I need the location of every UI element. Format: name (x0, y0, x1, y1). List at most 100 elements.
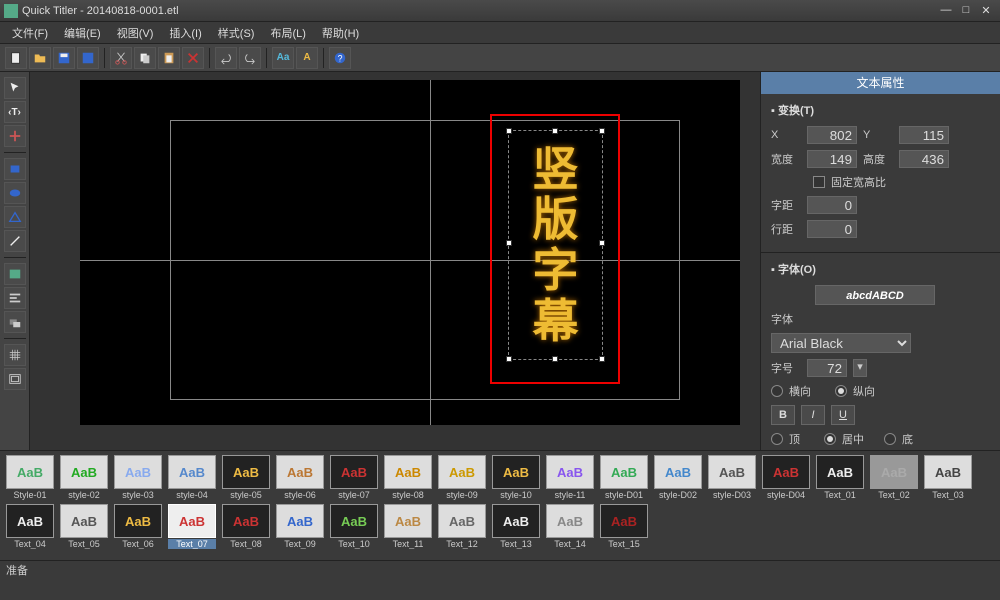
image-icon[interactable] (4, 263, 26, 285)
style-thumb[interactable]: AaB (546, 504, 594, 538)
open-icon[interactable] (29, 47, 51, 69)
align-bottom-radio[interactable] (884, 433, 896, 445)
export-icon[interactable] (77, 47, 99, 69)
handle-tl[interactable] (506, 128, 512, 134)
rect-icon[interactable] (4, 158, 26, 180)
align-top-radio[interactable] (771, 433, 783, 445)
style-item[interactable]: AaBText_10 (330, 504, 378, 549)
style-thumb[interactable]: AaB (276, 455, 324, 489)
paste-icon[interactable] (158, 47, 180, 69)
style-thumb[interactable]: AaB (438, 455, 486, 489)
style-thumb[interactable]: AaB (762, 455, 810, 489)
cut-icon[interactable] (110, 47, 132, 69)
layers-icon[interactable] (4, 311, 26, 333)
save-icon[interactable] (53, 47, 75, 69)
style-item[interactable]: AaBText_09 (276, 504, 324, 549)
style-item[interactable]: AaBstyle-D01 (600, 455, 648, 500)
style-thumb[interactable]: AaB (114, 455, 162, 489)
style-thumb[interactable]: AaB (222, 455, 270, 489)
horizontal-radio[interactable] (771, 385, 783, 397)
text-object[interactable]: 竖版字幕 (508, 130, 603, 360)
style-item[interactable]: AaBText_15 (600, 504, 648, 549)
font-size-input[interactable] (807, 359, 847, 377)
style-item[interactable]: AaBstyle-06 (276, 455, 324, 500)
style-item[interactable]: AaBstyle-D04 (762, 455, 810, 500)
style-thumb[interactable]: AaB (168, 455, 216, 489)
style-item[interactable]: AaBstyle-03 (114, 455, 162, 500)
style-thumb[interactable]: AaB (438, 504, 486, 538)
style-item[interactable]: AaBstyle-05 (222, 455, 270, 500)
text-color-icon[interactable]: A (296, 47, 318, 69)
handle-br[interactable] (599, 356, 605, 362)
redo-icon[interactable] (239, 47, 261, 69)
style-item[interactable]: AaBText_12 (438, 504, 486, 549)
style-item[interactable]: AaBText_04 (6, 504, 54, 549)
pointer-icon[interactable] (4, 77, 26, 99)
style-item[interactable]: AaBText_13 (492, 504, 540, 549)
maximize-button[interactable]: □ (956, 4, 976, 18)
line-icon[interactable] (4, 230, 26, 252)
menu-edit[interactable]: 编辑(E) (56, 23, 109, 43)
style-thumb[interactable]: AaB (600, 455, 648, 489)
menu-insert[interactable]: 插入(I) (161, 23, 209, 43)
style-item[interactable]: AaBText_11 (384, 504, 432, 549)
width-input[interactable] (807, 150, 857, 168)
minimize-button[interactable]: — (936, 4, 956, 18)
triangle-icon[interactable] (4, 206, 26, 228)
style-thumb[interactable]: AaB (60, 504, 108, 538)
font-family-select[interactable]: Arial Black (771, 333, 911, 353)
style-thumb[interactable]: AaB (168, 504, 216, 538)
style-thumb[interactable]: AaB (384, 455, 432, 489)
x-input[interactable] (807, 126, 857, 144)
style-thumb[interactable]: AaB (924, 455, 972, 489)
size-dropdown-icon[interactable]: ▾ (853, 359, 867, 377)
style-thumb[interactable]: AaB (546, 455, 594, 489)
handle-mr[interactable] (599, 240, 605, 246)
style-item[interactable]: AaBText_07 (168, 504, 216, 549)
style-thumb[interactable]: AaB (492, 455, 540, 489)
menu-file[interactable]: 文件(F) (4, 23, 56, 43)
style-thumb[interactable]: AaB (654, 455, 702, 489)
underline-button[interactable]: U (831, 405, 855, 425)
style-thumb[interactable]: AaB (492, 504, 540, 538)
style-thumb[interactable]: AaB (870, 455, 918, 489)
help-icon[interactable]: ? (329, 47, 351, 69)
style-thumb[interactable]: AaB (330, 455, 378, 489)
style-thumb[interactable]: AaB (816, 455, 864, 489)
align-center-radio[interactable] (824, 433, 836, 445)
style-thumb[interactable]: AaB (60, 455, 108, 489)
style-thumb[interactable]: AaB (600, 504, 648, 538)
style-item[interactable]: AaBstyle-07 (330, 455, 378, 500)
style-item[interactable]: AaBStyle-01 (6, 455, 54, 500)
lock-aspect-checkbox[interactable] (813, 176, 825, 188)
new-icon[interactable] (5, 47, 27, 69)
bold-button[interactable]: B (771, 405, 795, 425)
style-item[interactable]: AaBText_14 (546, 504, 594, 549)
menu-view[interactable]: 视图(V) (109, 23, 162, 43)
leading-input[interactable] (807, 220, 857, 238)
y-input[interactable] (899, 126, 949, 144)
style-item[interactable]: AaBstyle-D03 (708, 455, 756, 500)
align-icon[interactable] (4, 287, 26, 309)
style-thumb[interactable]: AaB (6, 455, 54, 489)
style-item[interactable]: AaBstyle-02 (60, 455, 108, 500)
vertical-radio[interactable] (835, 385, 847, 397)
handle-tr[interactable] (599, 128, 605, 134)
style-item[interactable]: AaBText_01 (816, 455, 864, 500)
style-thumb[interactable]: AaB (114, 504, 162, 538)
style-item[interactable]: AaBstyle-08 (384, 455, 432, 500)
style-item[interactable]: AaBstyle-11 (546, 455, 594, 500)
handle-bl[interactable] (506, 356, 512, 362)
style-thumb[interactable]: AaB (384, 504, 432, 538)
style-thumb[interactable]: AaB (222, 504, 270, 538)
style-thumb[interactable]: AaB (276, 504, 324, 538)
style-item[interactable]: AaBText_03 (924, 455, 972, 500)
undo-icon[interactable] (215, 47, 237, 69)
style-thumb[interactable]: AaB (708, 455, 756, 489)
text-horiz-icon[interactable]: ‹T› (4, 101, 26, 123)
text-style-icon[interactable]: Aa (272, 47, 294, 69)
height-input[interactable] (899, 150, 949, 168)
style-item[interactable]: AaBText_08 (222, 504, 270, 549)
handle-bm[interactable] (552, 356, 558, 362)
ellipse-icon[interactable] (4, 182, 26, 204)
